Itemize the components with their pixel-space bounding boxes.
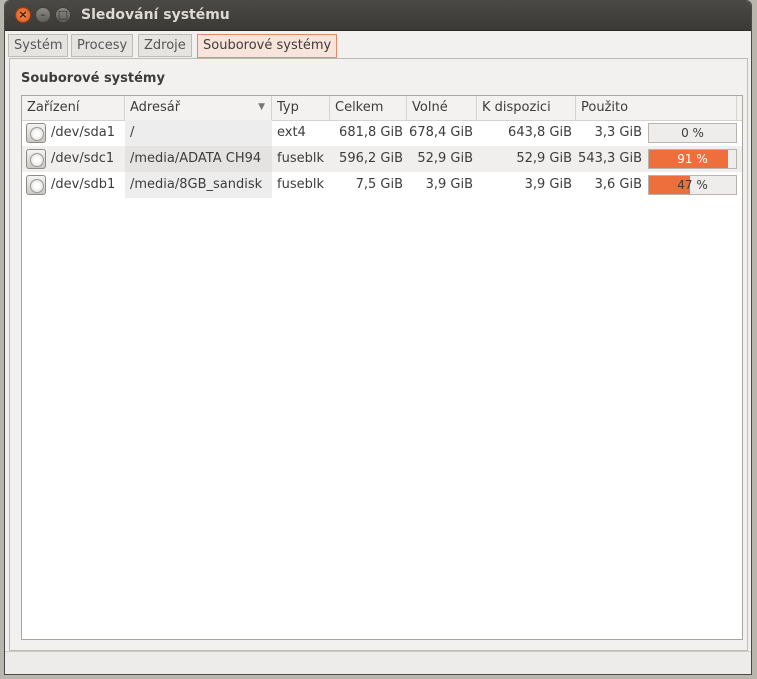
harddisk-icon xyxy=(26,149,46,169)
sort-down-arrow-icon: ▼ xyxy=(258,102,265,112)
title-bar: × – □ Sledování systému xyxy=(5,1,751,31)
harddisk-icon xyxy=(26,123,46,143)
column-header-directory[interactable]: Adresář ▼ xyxy=(125,96,272,120)
column-header-type[interactable]: Typ xyxy=(272,96,330,120)
device-name: /dev/sda1 xyxy=(51,125,115,140)
column-header-free[interactable]: Volné xyxy=(407,96,477,120)
column-header-available[interactable]: K dispozici xyxy=(477,96,576,120)
status-bar xyxy=(5,651,751,674)
column-header-total[interactable]: Celkem xyxy=(330,96,407,120)
used-cell: 3,6 GiB xyxy=(594,177,642,192)
used-cell: 543,3 GiB xyxy=(578,151,642,166)
device-name: /dev/sdc1 xyxy=(51,151,115,166)
device-cell: /dev/sdb1 xyxy=(22,172,125,198)
available-cell: 52,9 GiB xyxy=(516,151,572,166)
usage-cell: 91 % xyxy=(646,146,740,172)
directory-cell: /media/8GB_sandisk xyxy=(125,172,272,198)
total-cell: 681,8 GiB xyxy=(339,125,403,140)
free-cell: 3,9 GiB xyxy=(425,177,473,192)
file-systems-page: Souborové systémy Zařízení Adresář ▼ Typ … xyxy=(9,58,748,651)
filesystems-table: Zařízení Adresář ▼ Typ Celkem Volné K dis… xyxy=(21,95,743,640)
tab-resources[interactable]: Zdroje xyxy=(138,34,192,57)
tab-processes[interactable]: Procesy xyxy=(71,34,134,57)
device-name: /dev/sdb1 xyxy=(51,177,116,192)
table-header: Zařízení Adresář ▼ Typ Celkem Volné K dis… xyxy=(22,96,742,121)
usage-percent: 0 % xyxy=(681,126,704,140)
device-cell: /dev/sda1 xyxy=(22,120,125,146)
type-cell: fuseblk xyxy=(277,151,324,166)
close-icon[interactable]: × xyxy=(15,7,31,23)
usage-percent: 91 % xyxy=(677,152,708,166)
directory-cell: /media/ADATA CH94 xyxy=(125,146,272,172)
harddisk-icon xyxy=(26,175,46,195)
total-cell: 596,2 GiB xyxy=(339,151,403,166)
tab-file-systems[interactable]: Souborové systémy xyxy=(197,34,338,58)
column-label: Adresář xyxy=(130,100,181,115)
column-label: Použito xyxy=(581,100,629,115)
usage-bar: 47 % xyxy=(648,175,737,195)
table-row[interactable]: /dev/sdc1 /media/ADATA CH94 fuseblk 596,… xyxy=(22,146,742,172)
used-cell: 3,3 GiB xyxy=(594,125,642,140)
type-cell: fuseblk xyxy=(277,177,324,192)
column-header-device[interactable]: Zařízení xyxy=(22,96,125,120)
free-cell: 678,4 GiB xyxy=(409,125,473,140)
usage-cell: 47 % xyxy=(646,172,740,198)
table-row[interactable]: /dev/sdb1 /media/8GB_sandisk fuseblk 7,5… xyxy=(22,172,742,198)
tab-system[interactable]: Systém xyxy=(8,34,69,57)
window-title: Sledování systému xyxy=(81,7,230,23)
usage-bar: 91 % xyxy=(648,149,737,169)
usage-bar: 0 % xyxy=(648,123,737,143)
column-label: Celkem xyxy=(335,100,384,115)
column-label: Volné xyxy=(412,100,448,115)
column-label: Zařízení xyxy=(27,100,80,115)
maximize-icon[interactable]: □ xyxy=(55,7,71,23)
column-header-used[interactable]: Použito xyxy=(576,96,737,120)
section-title: Souborové systémy xyxy=(21,71,165,86)
minimize-icon[interactable]: – xyxy=(35,7,51,23)
table-row[interactable]: /dev/sda1 / ext4 681,8 GiB 678,4 GiB 643… xyxy=(22,120,742,146)
directory-cell: / xyxy=(125,120,272,146)
usage-cell: 0 % xyxy=(646,120,740,146)
free-cell: 52,9 GiB xyxy=(417,151,473,166)
available-cell: 3,9 GiB xyxy=(524,177,572,192)
available-cell: 643,8 GiB xyxy=(508,125,572,140)
device-cell: /dev/sdc1 xyxy=(22,146,125,172)
column-label: K dispozici xyxy=(482,100,551,115)
type-cell: ext4 xyxy=(277,125,306,140)
usage-percent: 47 % xyxy=(677,178,708,192)
column-label: Typ xyxy=(277,100,299,115)
total-cell: 7,5 GiB xyxy=(355,177,403,192)
system-monitor-window: × – □ Sledování systému Systém Procesy Z… xyxy=(4,0,752,675)
